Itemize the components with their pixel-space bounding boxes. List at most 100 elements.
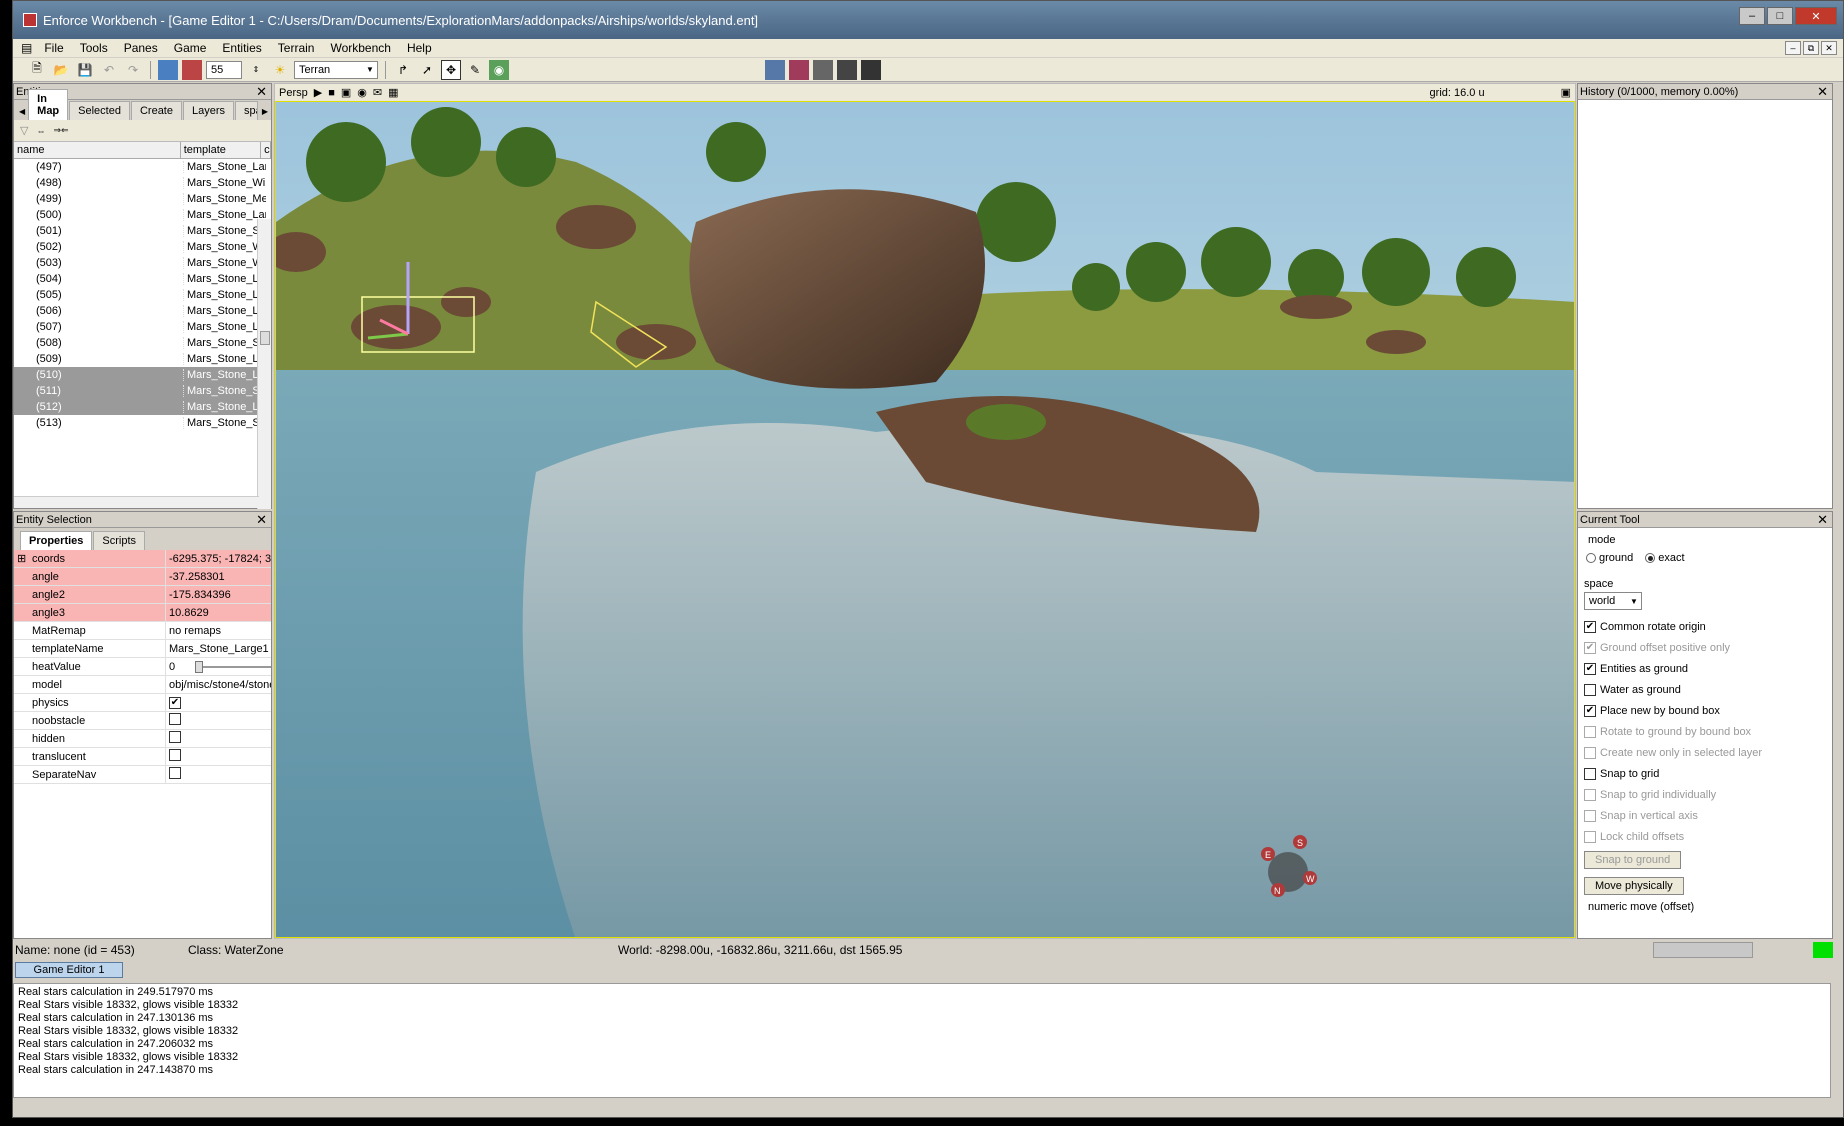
tab-scroll-left-icon[interactable]: ◀ — [16, 103, 28, 120]
table-row[interactable]: (501) Mars_Stone_Sm — [14, 223, 271, 239]
menu-entities[interactable]: Entities — [214, 41, 269, 55]
entities-scroll-thumb[interactable] — [260, 331, 270, 345]
property-value[interactable]: Mars_Stone_Large1 — [169, 643, 269, 655]
3d-viewport[interactable]: Persp ▶ ■ ▣ ◉ ✉ ▦ grid: 16.0 u ▣ E S W N — [274, 83, 1576, 939]
doc-icon[interactable]: ▤ — [17, 41, 36, 55]
render-mode-icon[interactable] — [765, 59, 785, 80]
tab-scroll-right-icon[interactable]: ▶ — [259, 103, 271, 120]
close-icon[interactable]: ✕ — [256, 513, 267, 526]
property-row[interactable]: SeparateNav — [14, 766, 271, 784]
property-row[interactable]: templateName Mars_Stone_Large1 — [14, 640, 271, 658]
expand-all-icon[interactable]: ⇔ — [36, 126, 45, 136]
table-row[interactable]: (502) Mars_Stone_Wil — [14, 239, 271, 255]
tab-in-map[interactable]: In Map — [28, 89, 69, 120]
checkbox-icon[interactable] — [1584, 830, 1596, 843]
view-mode-label[interactable]: Persp — [279, 87, 308, 99]
brush-tool-icon[interactable]: ✎ — [465, 60, 485, 80]
checkbox-icon[interactable] — [169, 713, 181, 725]
property-row[interactable]: translucent — [14, 748, 271, 766]
checkbox-icon[interactable] — [169, 731, 181, 743]
checkbox-checked-icon[interactable]: ✔ — [1584, 641, 1596, 654]
move-physically-button[interactable]: Move physically — [1584, 877, 1684, 895]
close-icon[interactable]: ✕ — [256, 85, 267, 98]
checkbox-checked-icon[interactable]: ✔ — [1584, 662, 1596, 675]
grid-icon[interactable]: ▦ — [388, 86, 398, 99]
mdi-minimize-button[interactable]: – — [1785, 41, 1801, 55]
maximize-button[interactable]: □ — [1767, 7, 1793, 25]
open-file-icon[interactable]: 📂 — [51, 60, 71, 80]
globe-tool-icon[interactable]: ◉ — [489, 59, 509, 80]
menu-tools[interactable]: Tools — [72, 41, 116, 55]
property-row[interactable]: heatValue 0 — [14, 658, 271, 676]
tab-game-editor-1[interactable]: Game Editor 1 — [15, 962, 123, 978]
menu-panes[interactable]: Panes — [116, 41, 166, 55]
save-icon[interactable]: 💾 — [75, 60, 95, 80]
checkbox-icon[interactable] — [169, 767, 181, 779]
undo-icon[interactable]: ↶ — [99, 60, 119, 80]
column-class[interactable]: cla — [261, 142, 271, 158]
table-row[interactable]: (497) Mars_Stone_Lar — [14, 159, 271, 175]
checkbox-checked-icon[interactable]: ✔ — [1584, 620, 1596, 633]
tool-option[interactable]: Snap to grid — [1578, 763, 1832, 784]
entities-scrollbar[interactable] — [257, 219, 271, 509]
close-icon[interactable]: ✕ — [1817, 85, 1828, 98]
play-icon[interactable]: ▶ — [314, 86, 322, 99]
mdi-restore-button[interactable]: ⧉ — [1803, 41, 1819, 55]
terrain-paint-icon[interactable] — [182, 59, 202, 80]
heat-slider[interactable] — [195, 660, 271, 673]
spin-arrows-icon[interactable]: ⇕ — [246, 60, 266, 80]
line-tool-icon[interactable]: ➚ — [417, 60, 437, 80]
tab-selected[interactable]: Selected — [69, 101, 130, 120]
property-row[interactable]: angle2 -175.834396 — [14, 586, 271, 604]
property-value[interactable]: no remaps — [169, 625, 221, 637]
checkbox-icon[interactable] — [1584, 746, 1596, 759]
filter-icon[interactable]: ▽ — [20, 124, 28, 137]
property-row[interactable]: physics ✔ — [14, 694, 271, 712]
table-row[interactable]: (513) Mars_Stone_Sm — [14, 415, 271, 431]
checkbox-icon[interactable] — [169, 749, 181, 761]
menu-workbench[interactable]: Workbench — [322, 41, 398, 55]
table-row[interactable]: (504) Mars_Stone_Lar — [14, 271, 271, 287]
property-row[interactable]: ⊞ coords -6295.375; -17824; 3308.665 — [14, 550, 271, 568]
checkbox-icon[interactable] — [1584, 725, 1596, 738]
terrain-color-icon[interactable] — [158, 59, 178, 80]
table-row[interactable]: (511) Mars_Stone_Sm — [14, 383, 271, 399]
tool-option[interactable]: Lock child offsets — [1578, 826, 1832, 847]
property-row[interactable]: angle -37.258301 — [14, 568, 271, 586]
table-row[interactable]: (509) Mars_Stone_Lar — [14, 351, 271, 367]
tab-properties[interactable]: Properties — [20, 531, 93, 550]
property-row[interactable]: angle3 10.8629 — [14, 604, 271, 622]
property-row[interactable]: hidden — [14, 730, 271, 748]
redo-icon[interactable]: ↷ — [123, 60, 143, 80]
table-row[interactable]: (500) Mars_Stone_Lar — [14, 207, 271, 223]
tool-option[interactable]: ✔ Ground offset positive only — [1578, 637, 1832, 658]
checkbox-icon[interactable] — [1584, 767, 1596, 780]
column-name[interactable]: name — [14, 142, 181, 158]
menu-game[interactable]: Game — [166, 41, 215, 55]
property-value[interactable]: 10.8629 — [169, 607, 209, 619]
checkbox-icon[interactable] — [1584, 809, 1596, 822]
tool-option[interactable]: Snap to grid individually — [1578, 784, 1832, 805]
new-file-icon[interactable]: 🗎 — [27, 60, 47, 80]
property-value[interactable]: -175.834396 — [169, 589, 231, 601]
property-value[interactable]: 0 — [169, 661, 175, 673]
select-tool-icon[interactable]: ↱ — [393, 60, 413, 80]
tool-option[interactable]: Water as ground — [1578, 679, 1832, 700]
checkbox-icon[interactable] — [1584, 683, 1596, 696]
column-template[interactable]: template — [181, 142, 262, 158]
menu-help[interactable]: Help — [399, 41, 440, 55]
minimize-button[interactable]: – — [1739, 7, 1765, 25]
table-row[interactable]: (503) Mars_Stone_Wil — [14, 255, 271, 271]
maximize-viewport-icon[interactable]: ▣ — [1561, 86, 1571, 99]
table-row[interactable]: (498) Mars_Stone_Wil — [14, 175, 271, 191]
mail-icon[interactable]: ✉ — [373, 86, 382, 99]
tab-create[interactable]: Create — [130, 101, 182, 120]
snapshot-icon[interactable]: ▣ — [341, 86, 351, 99]
tool-option[interactable]: Rotate to ground by bound box — [1578, 721, 1832, 742]
tool-option[interactable]: ✔ Place new by bound box — [1578, 700, 1832, 721]
expand-icon[interactable]: ⊞ — [17, 552, 26, 565]
property-row[interactable]: MatRemap no remaps — [14, 622, 271, 640]
checkbox-checked-icon[interactable]: ✔ — [1584, 704, 1596, 717]
table-row[interactable]: (506) Mars_Stone_Lar — [14, 303, 271, 319]
tab-scripts[interactable]: Scripts — [93, 531, 146, 550]
